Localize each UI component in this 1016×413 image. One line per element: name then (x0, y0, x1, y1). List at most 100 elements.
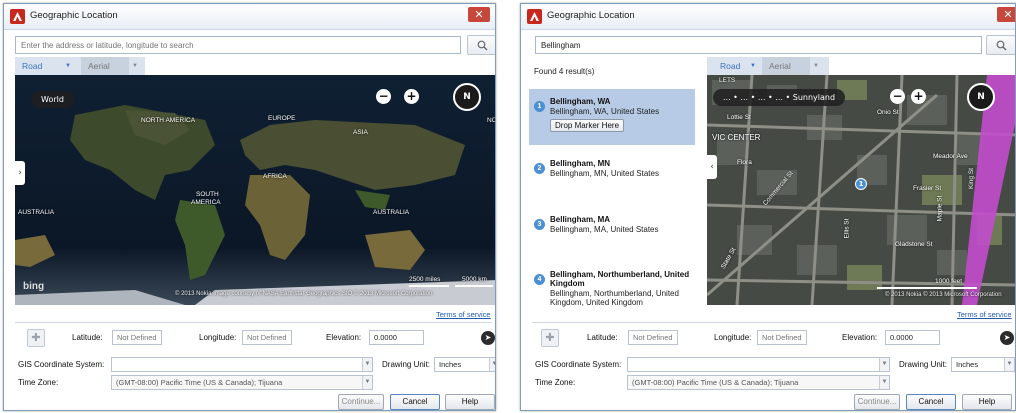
search-button[interactable] (986, 35, 1015, 55)
road-dropdown-arrow[interactable]: ▼ (62, 57, 74, 75)
map-view-tabs: Road ▼ Aerial ▼ (15, 57, 145, 75)
label-king-st: King St (967, 168, 975, 189)
continue-button[interactable]: Continue... (338, 394, 384, 410)
drawing-unit-value: Inches (956, 360, 979, 369)
separator (532, 322, 1012, 323)
elevation-label: Elevation: (326, 333, 362, 342)
cancel-button[interactable]: Cancel (390, 394, 440, 410)
zoom-out-button[interactable]: − (890, 89, 905, 104)
title-bar: Geographic Location ✕ (4, 4, 495, 30)
label-africa: AFRICA (263, 173, 287, 180)
drawing-unit-select[interactable]: Inches ▼ (951, 357, 1015, 372)
close-button[interactable]: ✕ (997, 7, 1015, 22)
result-item-3[interactable]: 3 Bellingham, MA Bellingham, MA, United … (529, 207, 695, 257)
tab-road[interactable]: Road (713, 57, 748, 75)
aerial-dropdown-arrow[interactable]: ▼ (129, 57, 141, 75)
result-item-2[interactable]: 2 Bellingham, MN Bellingham, MN, United … (529, 151, 695, 201)
navigate-button[interactable]: ➤ (1000, 331, 1014, 345)
search-input[interactable] (535, 36, 982, 54)
time-zone-select[interactable]: (GMT-08:00) Pacific Time (US & Canada); … (111, 375, 373, 390)
results-pane-toggle[interactable]: › (15, 161, 25, 185)
search-button[interactable] (467, 35, 495, 55)
label-australia-left: AUSTRALIA (18, 209, 55, 216)
map-view-tabs: Road ▼ Aerial ▼ (707, 57, 829, 75)
tab-aerial[interactable]: Aerial (81, 57, 129, 75)
result-item-4[interactable]: 4 Bellingham, Northumberland, United Kin… (529, 262, 695, 309)
terms-of-service-link[interactable]: Terms of service (957, 310, 1012, 319)
bing-logo: bing (23, 281, 45, 292)
cancel-button[interactable]: Cancel (906, 394, 956, 410)
elevation-field[interactable]: 0.0000 (369, 330, 424, 345)
label-australia-right: AUSTRALIA (373, 209, 410, 216)
longitude-field[interactable] (242, 330, 292, 345)
help-button[interactable]: Help (445, 394, 495, 410)
autocad-app-icon (527, 9, 542, 24)
label-lets: LETS (719, 77, 736, 84)
geolocation-dialog-left: Geographic Location ✕ Road ▼ Aerial ▼ (3, 3, 496, 411)
navigate-icon: ➤ (1003, 333, 1011, 342)
scale-km: 5000 km (462, 276, 487, 283)
zoom-in-button[interactable]: + (911, 89, 926, 104)
compass-button[interactable]: N (967, 83, 995, 111)
chevron-down-icon: ▼ (879, 376, 889, 389)
world-map[interactable]: NORTH AMERICA EUROPE ASIA AFRICA SOUTH A… (15, 75, 496, 305)
map-copyright: © 2013 Nokia © 2013 Microsoft Corporatio… (885, 292, 1002, 298)
latitude-label: Latitude: (587, 333, 618, 342)
longitude-field[interactable] (757, 330, 807, 345)
result-name: Bellingham, MN (550, 159, 611, 168)
result-name: Bellingham, MA (550, 215, 611, 224)
time-zone-label: Time Zone: (535, 378, 576, 387)
continue-button[interactable]: Continue... (854, 394, 900, 410)
latitude-field[interactable] (628, 330, 678, 345)
scale-bar-feet (877, 287, 977, 289)
search-input[interactable] (15, 36, 461, 54)
result-number: 1 (534, 101, 545, 112)
gis-coordinate-system-field[interactable]: ▼ (627, 357, 890, 372)
aerial-map[interactable]: LETS Onio St Lottie St VIC CENTER Flora … (707, 75, 1015, 305)
tab-road[interactable]: Road (15, 57, 50, 75)
longitude-label: Longitude: (714, 333, 752, 342)
chevron-down-icon: ▼ (879, 358, 889, 371)
close-button[interactable]: ✕ (468, 7, 490, 22)
chevron-down-icon: ▼ (362, 376, 372, 389)
location-breadcrumb[interactable]: ... • ... • ... • ... • Sunnyland (713, 89, 846, 106)
pin-icon: ✚ (545, 331, 555, 344)
world-button[interactable]: World (31, 91, 74, 108)
label-ellis-st: Ellis St (843, 218, 851, 239)
results-count: Found 4 result(s) (534, 67, 595, 76)
scale-bar-miles (409, 285, 449, 287)
zoom-out-button[interactable]: − (376, 89, 391, 104)
road-dropdown-arrow[interactable]: ▼ (747, 57, 759, 75)
compass-button[interactable]: N (453, 83, 481, 111)
gis-coordinate-system-field[interactable]: ▼ (111, 357, 373, 372)
result-item-1[interactable]: 1 Bellingham, WA Bellingham, WA, United … (529, 89, 695, 145)
time-zone-select[interactable]: (GMT-08:00) Pacific Time (US & Canada); … (627, 375, 890, 390)
result-name: Bellingham, Northumberland, United Kingd… (550, 270, 690, 288)
scale-feet: 1000 feet (935, 278, 963, 285)
aerial-dropdown-arrow[interactable]: ▼ (810, 57, 822, 75)
search-results-pane: Found 4 result(s) 1 Bellingham, WA Belli… (529, 59, 700, 309)
drop-marker-pin-button[interactable]: ✚ (27, 329, 45, 347)
label-no: NO (487, 117, 496, 124)
longitude-label: Longitude: (199, 333, 237, 342)
results-pane-toggle[interactable]: ‹ (707, 155, 717, 179)
scale-miles: 2500 miles (409, 276, 441, 283)
navigate-button[interactable]: ➤ (481, 331, 495, 345)
zoom-in-button[interactable]: + (404, 89, 419, 104)
label-civic-center: VIC CENTER (712, 133, 761, 142)
elevation-field[interactable]: 0.0000 (885, 330, 940, 345)
latitude-label: Latitude: (72, 333, 103, 342)
drop-marker-pin-button[interactable]: ✚ (541, 329, 559, 347)
location-marker[interactable]: 1 (855, 178, 867, 190)
drawing-unit-select[interactable]: Inches ▼ (434, 357, 495, 372)
latitude-field[interactable] (112, 330, 162, 345)
label-frasier-st: Frasier St (913, 185, 942, 192)
label-lottie-st: Lottie St (727, 114, 751, 121)
aerial-imagery (707, 75, 1015, 305)
help-button[interactable]: Help (962, 394, 1012, 410)
drop-marker-button[interactable]: Drop Marker Here (550, 119, 625, 132)
terms-of-service-link[interactable]: Terms of service (436, 310, 491, 319)
tab-aerial[interactable]: Aerial (762, 57, 810, 75)
separator (15, 322, 492, 323)
drawing-unit-value: Inches (439, 360, 462, 369)
